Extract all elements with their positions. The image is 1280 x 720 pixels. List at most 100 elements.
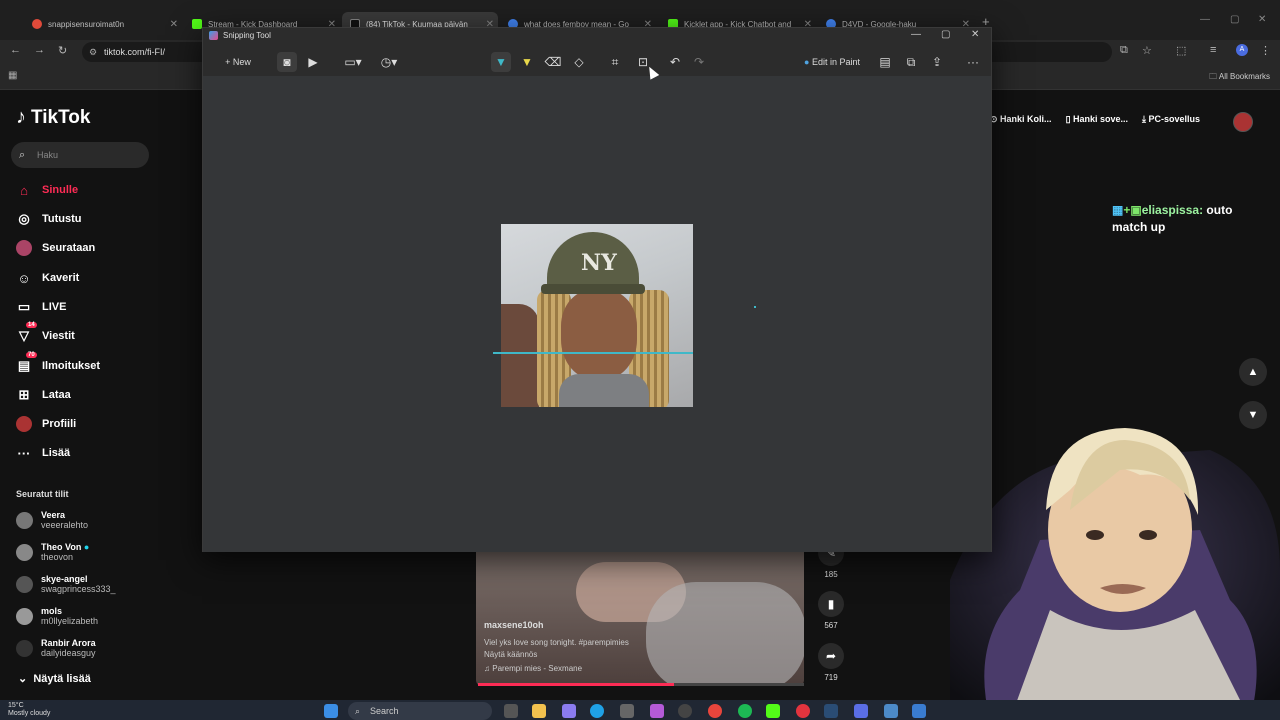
eraser-icon[interactable]: ⌫ <box>543 52 563 72</box>
reading-list-icon[interactable]: ≡ <box>1210 44 1216 56</box>
extensions-icon[interactable]: ⬚ <box>1176 44 1186 57</box>
screenshot-mode-icon[interactable]: ◙ <box>277 52 297 72</box>
followed-account[interactable]: Theo Von ● theovon <box>16 542 89 562</box>
all-bookmarks-link[interactable]: 🗀 All Bookmarks <box>1209 71 1270 85</box>
video-author[interactable]: maxsene10oh <box>484 620 544 630</box>
redo-icon[interactable]: ↷ <box>689 52 709 72</box>
store-icon[interactable] <box>620 704 634 718</box>
nav-item-ilmoitukset[interactable]: ▤ 70 Ilmoitukset <box>16 352 101 377</box>
forward-icon[interactable]: → <box>34 44 45 56</box>
install-app-icon[interactable]: ⧉ <box>1120 44 1128 57</box>
windows-start-icon[interactable] <box>324 704 338 718</box>
reload-icon[interactable]: ↻ <box>58 44 67 57</box>
crop-icon[interactable]: ⌗ <box>605 52 625 72</box>
highlighter-icon[interactable]: ▼ <box>517 52 537 72</box>
snipping-tool-window[interactable]: Snipping Tool — ▢ ✕ + New ◙ ▶ ▭▾ ◷▾ ▼ ▼ … <box>202 27 992 552</box>
search-placeholder: Haku <box>37 150 59 160</box>
kick-icon[interactable] <box>766 704 780 718</box>
comment-count: 185 <box>824 570 838 579</box>
share-icon[interactable]: ➦ <box>818 643 844 669</box>
previous-video-button[interactable]: ▲ <box>1239 358 1267 386</box>
snip-shape-dropdown-icon[interactable]: ▭▾ <box>339 52 367 72</box>
settings-icon[interactable] <box>912 704 926 718</box>
close-window-icon[interactable]: ✕ <box>1258 14 1266 25</box>
app-icon[interactable] <box>650 704 664 718</box>
delay-timer-icon[interactable]: ◷▾ <box>375 52 403 72</box>
ballpoint-pen-icon[interactable]: ▼ <box>491 52 511 72</box>
nav-item-viestit[interactable]: ▽ 14 Viestit <box>16 322 75 347</box>
account-handle: swagprincess333_ <box>41 584 116 594</box>
snip-canvas[interactable]: NY <box>203 76 991 552</box>
minimize-icon[interactable]: — <box>911 29 921 40</box>
profile-avatar-icon[interactable]: A <box>1236 44 1248 56</box>
followed-account[interactable]: Veera veeeralehto <box>16 510 88 530</box>
nav-item-lisaa[interactable]: ··· Lisää <box>16 442 71 464</box>
followed-account[interactable]: mols m0llyelizabeth <box>16 606 98 626</box>
account-handle: m0llyelizabeth <box>41 616 99 626</box>
site-info-icon[interactable]: ⚙ <box>89 42 97 62</box>
share-action[interactable]: ➦ 719 <box>818 643 844 682</box>
followed-account[interactable]: Ranbir Arora dailyideasguy <box>16 638 96 658</box>
apps-grid-icon[interactable]: ▦ <box>8 70 17 81</box>
show-more-button[interactable]: ⌄ Näytä lisää <box>18 672 91 685</box>
record-mode-icon[interactable]: ▶ <box>303 52 323 72</box>
shapes-icon[interactable]: ◇ <box>569 52 589 72</box>
video-music[interactable]: ♫ Parempi mies - Sexmane <box>484 664 582 673</box>
nav-item-sinulle[interactable]: ⌂ Sinulle <box>16 179 78 201</box>
nav-item-tutustu[interactable]: ◎ Tutustu <box>16 208 81 230</box>
discord-icon[interactable] <box>854 704 868 718</box>
more-options-icon[interactable]: ··· <box>963 52 983 72</box>
share-icon[interactable]: ⇪ <box>927 52 947 72</box>
maximize-icon[interactable]: ▢ <box>1230 14 1239 25</box>
tab-title: snappisensuroimat0n <box>48 19 125 29</box>
nav-item-seurataan[interactable]: Seurataan <box>16 237 95 259</box>
bookmark-action[interactable]: ▮ 567 <box>818 591 844 630</box>
steam-icon[interactable] <box>824 704 838 718</box>
minimize-icon[interactable]: — <box>1200 14 1210 25</box>
weather-widget[interactable]: 15°C Mostly cloudy <box>8 702 50 718</box>
copilot-icon[interactable] <box>562 704 576 718</box>
see-translation-link[interactable]: Näytä käännös <box>484 649 704 661</box>
window-title: Snipping Tool <box>223 31 271 40</box>
tiktok-logo[interactable]: ♪ TikTok <box>16 106 90 129</box>
compass-icon: ◎ <box>18 211 30 226</box>
opera-icon[interactable] <box>796 704 810 718</box>
maximize-icon[interactable]: ▢ <box>941 29 950 40</box>
captured-image: NY <box>501 224 693 407</box>
profile-icon <box>16 416 32 432</box>
bookmark-star-icon[interactable]: ☆ <box>1142 44 1152 57</box>
close-icon[interactable]: ✕ <box>170 19 178 30</box>
pc-app-button[interactable]: ⤓ PC-sovellus <box>1142 114 1200 125</box>
new-snip-button[interactable]: + New <box>217 52 259 72</box>
menu-icon[interactable]: ⋮ <box>1260 44 1271 57</box>
nav-item-kaverit[interactable]: ☺ Kaverit <box>16 267 79 289</box>
bookmark-icon[interactable]: ▮ <box>818 591 844 617</box>
task-view-icon[interactable] <box>504 704 518 718</box>
spotify-icon[interactable] <box>738 704 752 718</box>
followed-account[interactable]: skye-angel swagprincess333_ <box>16 574 116 594</box>
nav-item-live[interactable]: ▭ LIVE <box>16 296 67 318</box>
get-app-button[interactable]: ▯ Hanki sove... <box>1066 114 1128 125</box>
get-coins-button[interactable]: ⊙ Hanki Koli... <box>990 114 1052 125</box>
file-explorer-icon[interactable] <box>532 704 546 718</box>
live-icon: ▭ <box>17 299 31 314</box>
back-icon[interactable]: ← <box>10 44 21 56</box>
obs-icon[interactable] <box>678 704 692 718</box>
close-icon[interactable]: ✕ <box>971 29 979 40</box>
nav-label: Ilmoitukset <box>42 360 101 372</box>
edge-icon[interactable] <box>590 704 604 718</box>
video-progress-bar[interactable] <box>478 683 804 686</box>
taskbar-search[interactable]: ⌕ Search <box>348 702 492 720</box>
search-input[interactable]: ⌕ Haku <box>11 142 149 168</box>
app-icon[interactable] <box>884 704 898 718</box>
nav-item-profiili[interactable]: Profiili <box>16 413 76 435</box>
edit-in-paint-button[interactable]: ● Edit in Paint <box>797 52 867 72</box>
save-icon[interactable]: ▤ <box>875 52 895 72</box>
browser-tab[interactable]: snappisensuroimat0n ✕ <box>24 12 182 36</box>
user-avatar[interactable] <box>1233 112 1253 132</box>
chrome-icon[interactable] <box>708 704 722 718</box>
video-caption: Viel yks love song tonight. #parempimies <box>484 638 629 647</box>
undo-icon[interactable]: ↶ <box>665 52 685 72</box>
copy-icon[interactable]: ⧉ <box>901 52 921 72</box>
nav-item-lataa[interactable]: ⊞ Lataa <box>16 384 71 406</box>
